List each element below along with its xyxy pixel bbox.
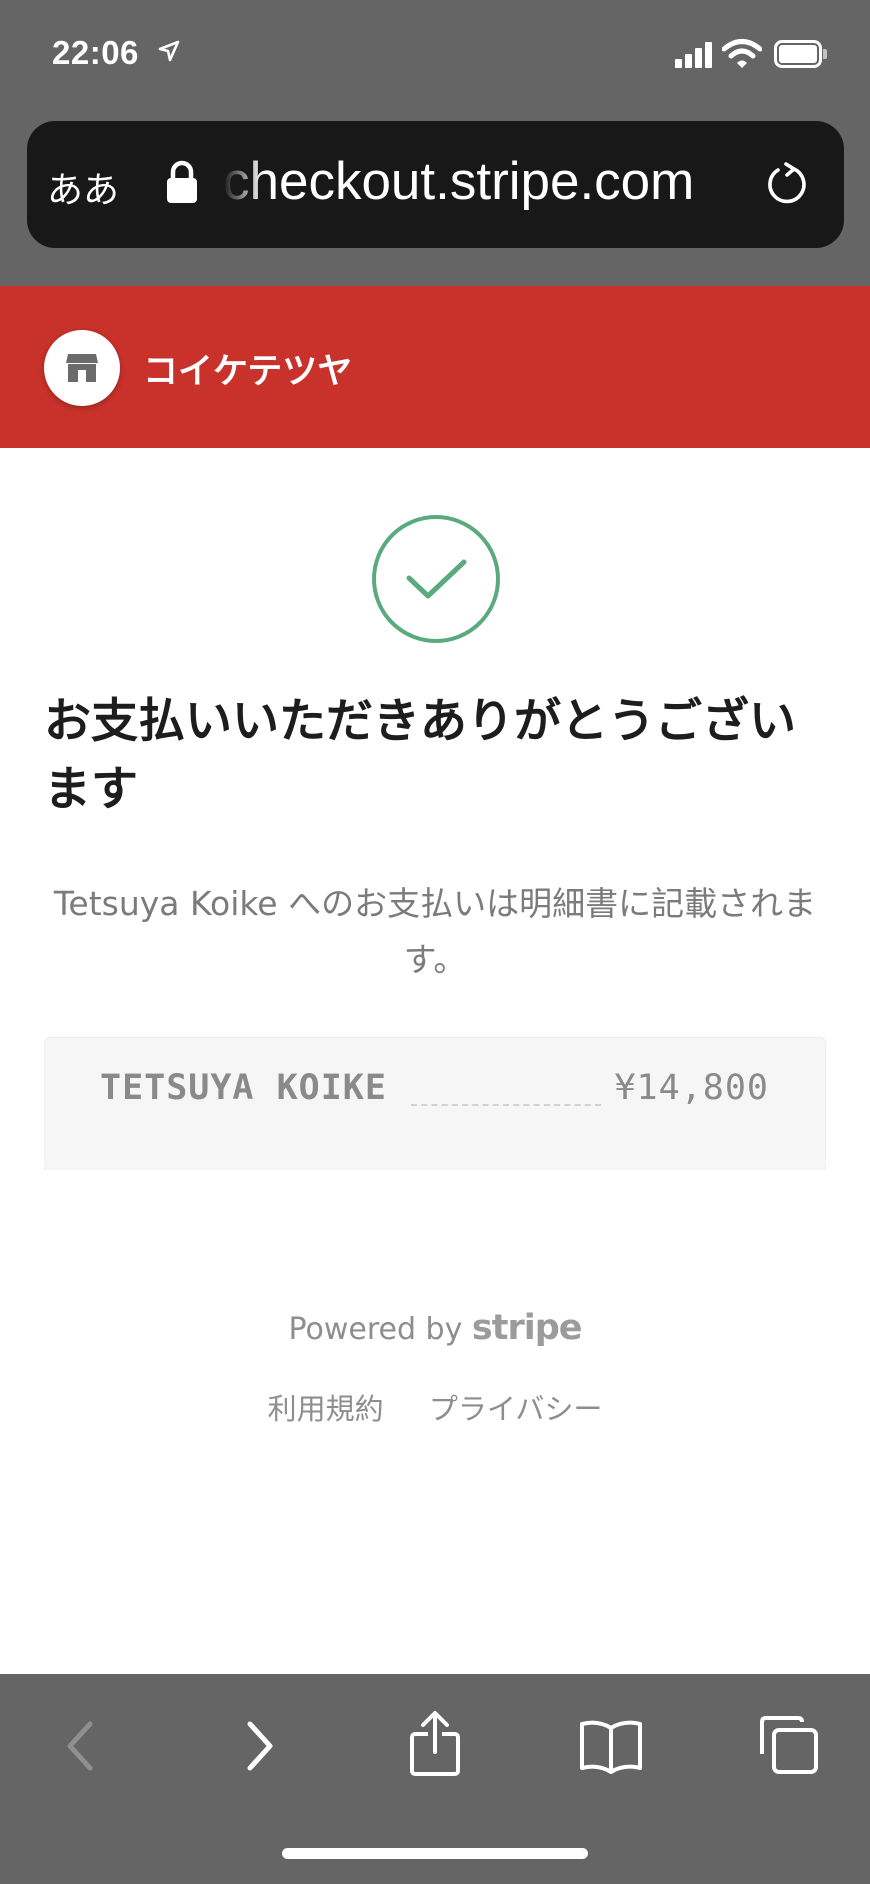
status-time: 22:06: [52, 34, 139, 71]
stripe-logo: stripe: [471, 1308, 583, 1348]
powered-by-text: Powered by: [288, 1312, 463, 1347]
powered-by-stripe[interactable]: Powered by stripe: [0, 1308, 870, 1348]
terms-link[interactable]: 利用規約: [268, 1392, 384, 1426]
receipt-descriptor: TETSUYA KOIKE: [100, 1068, 387, 1108]
receipt-leader: [411, 1104, 601, 1106]
bookmarks-icon[interactable]: [578, 1718, 644, 1780]
location-arrow-icon: [158, 40, 180, 66]
store-icon: [44, 330, 120, 406]
wifi-icon: [721, 38, 763, 74]
address-bar[interactable]: ああ checkout.stripe.com: [27, 121, 844, 248]
browser-top-bar: 22:06 ああ checkout.stripe.com: [0, 0, 870, 286]
confirmation-heading: お支払いいただきありがとうございます: [44, 694, 796, 817]
merchant-name: コイケテツヤ: [143, 352, 353, 392]
statement-message: Tetsuya Koike へのお支払いは明細書に記載されます。: [53, 884, 817, 979]
reload-icon[interactable]: [764, 161, 810, 211]
privacy-link[interactable]: プライバシー: [429, 1392, 602, 1426]
forward-icon[interactable]: [240, 1716, 280, 1780]
receipt-card: TETSUYA KOIKE ¥14,800: [44, 1037, 826, 1170]
merchant-header: コイケテツヤ: [0, 286, 870, 448]
text-size-button[interactable]: ああ: [47, 161, 119, 213]
url-fade: [223, 151, 263, 217]
home-indicator[interactable]: [282, 1848, 588, 1859]
receipt-amount: ¥14,800: [614, 1068, 769, 1108]
cellular-signal-icon: [675, 42, 713, 68]
battery-icon: [774, 40, 827, 68]
tabs-icon[interactable]: [756, 1714, 820, 1782]
receipt-torn-edge: [44, 1160, 826, 1170]
url-text[interactable]: checkout.stripe.com: [223, 151, 743, 212]
footer-links: 利用規約 プライバシー: [0, 1386, 870, 1428]
lock-icon: [165, 159, 199, 209]
back-icon[interactable]: [60, 1716, 100, 1780]
checkmark-circle-icon: [371, 514, 501, 648]
share-icon[interactable]: [408, 1710, 462, 1782]
